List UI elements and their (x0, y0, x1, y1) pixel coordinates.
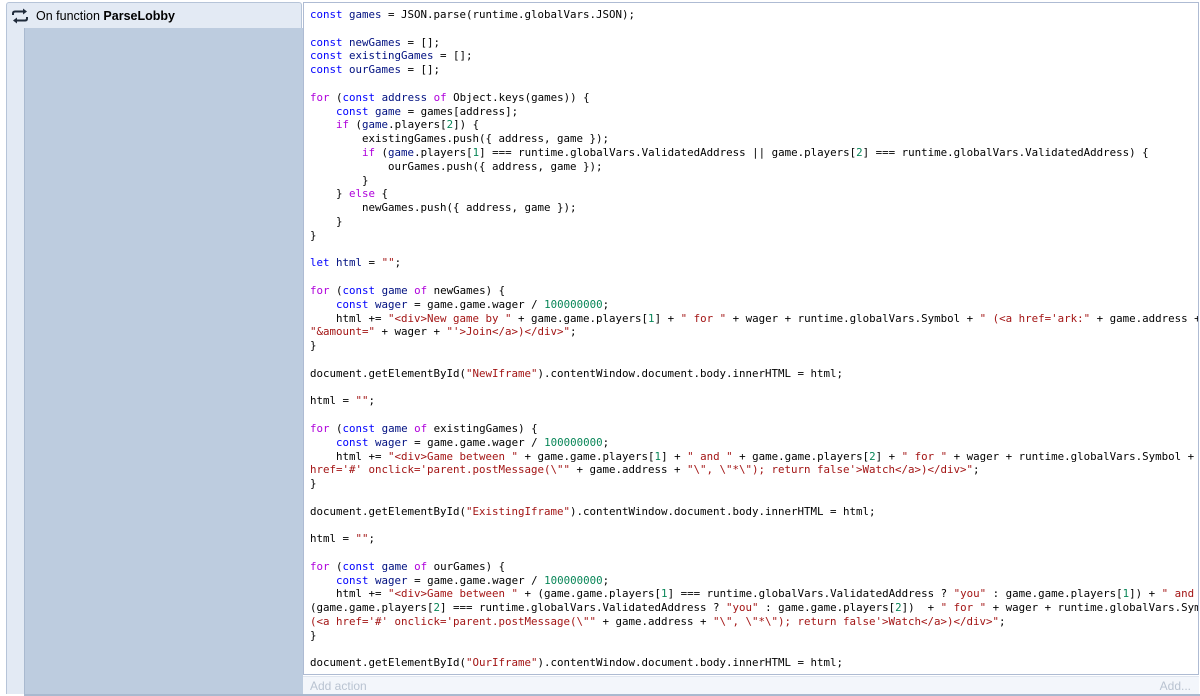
code-line: document.getElementById("ExistingIframe"… (310, 504, 876, 518)
code-line: ourGames.push({ address, game }); (310, 159, 603, 173)
code-line: document.getElementById("OurIframe").con… (310, 656, 844, 670)
code-line: (game.game.players[2] === runtime.global… (310, 601, 1198, 615)
code-line: } (310, 477, 317, 491)
code-line: const newGames = []; (310, 35, 441, 49)
code-line: (<a href='#' onclick='parent.postMessage… (310, 615, 1006, 629)
code-line: document.getElementById("NewIframe").con… (310, 366, 844, 380)
code-line: "&amount=" + wager + "'>Join</a>)</div>"… (310, 325, 577, 339)
code-line: const games = JSON.parse(runtime.globalV… (310, 8, 636, 21)
code-line: const existingGames = []; (310, 49, 473, 63)
add-action-link[interactable]: Add action (310, 679, 367, 693)
code-line: html += "<div>Game between " + game.game… (310, 449, 1199, 463)
repeat-arrows-icon (10, 6, 30, 26)
code-line: newGames.push({ address, game }); (310, 201, 577, 215)
script-action-code-editor[interactable]: const games = JSON.parse(runtime.globalV… (303, 2, 1199, 675)
code-line: } (310, 214, 343, 228)
code-line: } else { (310, 187, 389, 201)
add-action-row: Add action Add... (303, 676, 1199, 694)
code-line: } (310, 173, 369, 187)
code-line: for (const game of ourGames) { (310, 559, 506, 573)
code-line: const ourGames = []; (310, 63, 441, 77)
code-line: if (game.players[1] === runtime.globalVa… (362, 145, 1149, 159)
code-line: for (const address of Object.keys(games)… (310, 90, 590, 104)
code-line: html += "<div>New game by " + game.game.… (310, 311, 1199, 325)
code-line: html = ""; (310, 394, 376, 408)
code-line: } (310, 628, 317, 642)
code-line: html = ""; (310, 532, 376, 546)
code-line: } (310, 228, 317, 242)
code-line: const wager = game.game.wager / 10000000… (336, 297, 610, 311)
conditions-panel[interactable] (24, 28, 303, 694)
code-line: for (const game of newGames) { (310, 283, 506, 297)
event-title: On function ParseLobby (36, 9, 175, 23)
code-line: if (game.players[2]) { (336, 118, 480, 132)
code-line: html += "<div>Game between " + (game.gam… (310, 587, 1195, 601)
code-line: const wager = game.game.wager / 10000000… (336, 435, 610, 449)
event-title-prefix: On function (36, 8, 100, 23)
code-line: const wager = game.game.wager / 10000000… (336, 573, 610, 587)
function-name: ParseLobby (103, 8, 175, 23)
add-more-link[interactable]: Add... (1160, 679, 1191, 693)
code-line: let html = ""; (310, 256, 402, 270)
function-event-header[interactable]: On function ParseLobby (6, 2, 302, 28)
code-line: } (310, 339, 317, 353)
event-left-strip (6, 28, 24, 694)
code-block: const games = JSON.parse(runtime.globalV… (304, 3, 1198, 670)
code-line: href='#' onclick='parent.postMessage(\""… (310, 463, 980, 477)
code-line: for (const game of existingGames) { (310, 421, 538, 435)
code-line: const game = games[address]; (336, 104, 519, 118)
code-line: existingGames.push({ address, game }); (310, 132, 610, 146)
